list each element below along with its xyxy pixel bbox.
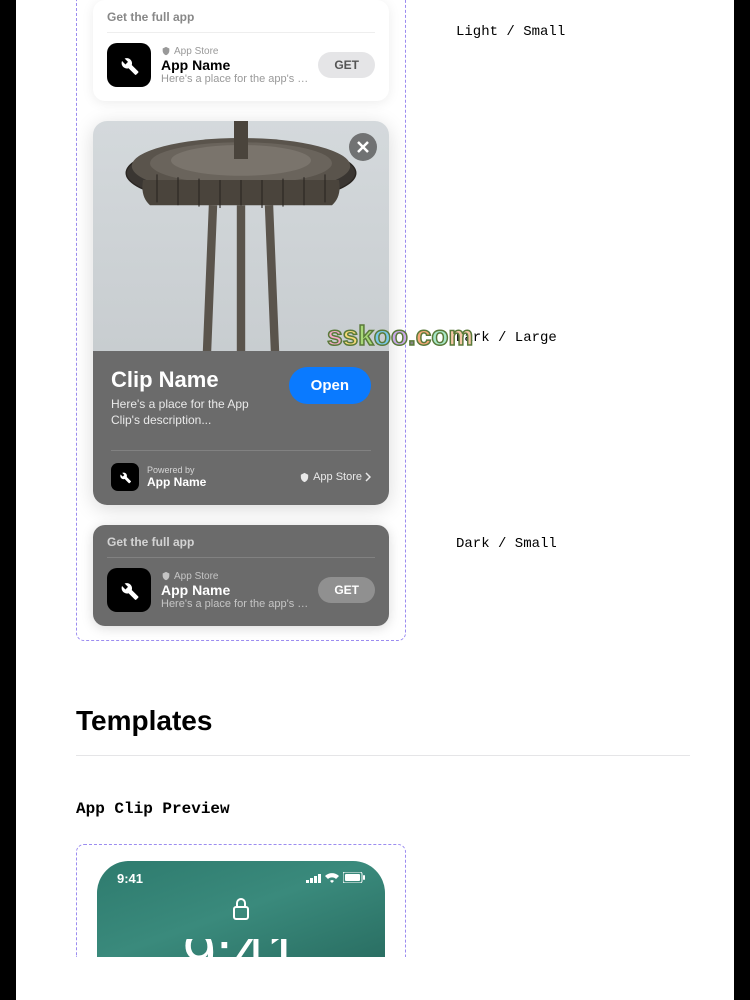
get-button[interactable]: GET [318,52,375,78]
hero-image [93,121,389,351]
appstore-label: App Store [161,46,308,57]
battery-icon [343,872,365,883]
clip-name-label: Clip Name [111,367,277,393]
wrench-icon [118,470,132,484]
app-description: Here's a place for the app's desc... [161,598,308,610]
status-icons [306,871,365,886]
wifi-icon [325,873,339,883]
app-name-label: App Name [161,57,308,73]
app-description: Here's a place for the app's desc... [161,73,308,85]
full-app-header: Get the full app [107,535,375,558]
phone-mockup: 9:41 9:41 [97,861,385,957]
variant-label: Light / Small [456,24,565,40]
page-border-right [734,0,750,1000]
appstore-label: App Store [161,571,308,582]
appstore-icon [299,472,310,483]
status-time: 9:41 [117,871,143,886]
open-button[interactable]: Open [289,367,371,404]
app-icon[interactable] [107,43,151,87]
powered-by-label: Powered by [147,465,206,475]
card-dark-large: Clip Name Here's a place for the App Cli… [93,121,389,505]
close-icon [357,141,369,153]
app-icon-small[interactable] [111,463,139,491]
templates-heading: Templates [76,705,690,737]
space-needle-icon [101,121,381,351]
chevron-right-icon [365,472,371,482]
card-light-small: Get the full app App Store App Name Here… [93,0,389,101]
page-border-left [0,0,16,1000]
signal-icon [306,873,322,883]
component-group: Get the full app App Store App Name Here… [76,0,406,641]
variant-label: Dark / Small [456,536,565,552]
clip-description: Here's a place for the App Clip's descri… [111,397,277,428]
lock-icon [97,896,385,927]
divider [76,755,690,756]
wrench-icon [118,579,140,601]
get-button[interactable]: GET [318,577,375,603]
close-button[interactable] [349,133,377,161]
appstore-link[interactable]: App Store [299,471,371,483]
appstore-icon [161,46,171,56]
app-icon[interactable] [107,568,151,612]
variant-label: Dark / Large [456,330,565,346]
full-app-header: Get the full app [107,10,375,33]
wrench-icon [118,54,140,76]
card-dark-small: Get the full app App Store App Name Here… [93,525,389,626]
app-clip-preview-heading: App Clip Preview [76,800,690,818]
app-name-label: App Name [161,582,308,598]
powered-app-name: App Name [147,475,206,489]
clock-display: 9:41 [97,939,385,957]
preview-group: 9:41 9:41 [76,844,406,957]
appstore-icon [161,571,171,581]
